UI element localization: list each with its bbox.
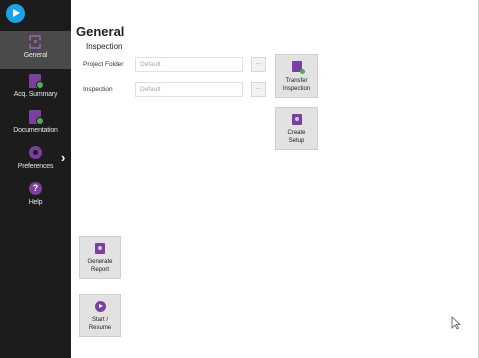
- transfer-inspection-button[interactable]: Transfer Inspection: [275, 54, 318, 98]
- section-title: Inspection: [86, 42, 123, 51]
- mouse-cursor-icon: [451, 316, 461, 330]
- sidebar: General Acq. Summary Documentation Prefe…: [0, 0, 71, 358]
- folder-transfer-icon: [291, 61, 305, 74]
- project-folder-browse-button[interactable]: ...: [251, 57, 266, 72]
- chevron-right-icon[interactable]: ›: [61, 150, 65, 165]
- sidebar-item-label: Acq. Summary: [13, 91, 58, 98]
- inspection-label: Inspection: [83, 86, 113, 93]
- start-resume-button[interactable]: Start / Resume: [79, 294, 121, 337]
- create-document-icon: [291, 114, 302, 125]
- inspection-browse-button[interactable]: ...: [251, 82, 266, 97]
- sidebar-item-label: General: [23, 52, 48, 59]
- inspection-field[interactable]: Default: [135, 82, 243, 97]
- sidebar-item-help[interactable]: ? Help: [0, 178, 71, 216]
- project-folder-field[interactable]: Default: [135, 57, 243, 72]
- sidebar-item-documentation[interactable]: Documentation: [0, 106, 71, 144]
- document-icon: [29, 110, 44, 125]
- sidebar-item-label: Documentation: [13, 127, 58, 134]
- report-icon: [95, 243, 105, 254]
- sidebar-item-general[interactable]: General: [0, 31, 71, 69]
- gear-icon: [29, 146, 42, 159]
- target-icon: [29, 35, 41, 49]
- play-icon: [95, 301, 106, 312]
- app-logo-icon: [6, 4, 25, 23]
- create-setup-button[interactable]: Create Setup: [275, 107, 318, 150]
- page-title: General: [76, 24, 125, 39]
- project-folder-label: Project Folder: [83, 61, 124, 68]
- sidebar-item-acq-summary[interactable]: Acq. Summary: [0, 70, 71, 108]
- sidebar-item-label: Help: [28, 199, 43, 206]
- document-icon: [29, 74, 44, 89]
- generate-report-button[interactable]: Generate Report: [79, 236, 121, 279]
- help-icon: ?: [29, 182, 42, 195]
